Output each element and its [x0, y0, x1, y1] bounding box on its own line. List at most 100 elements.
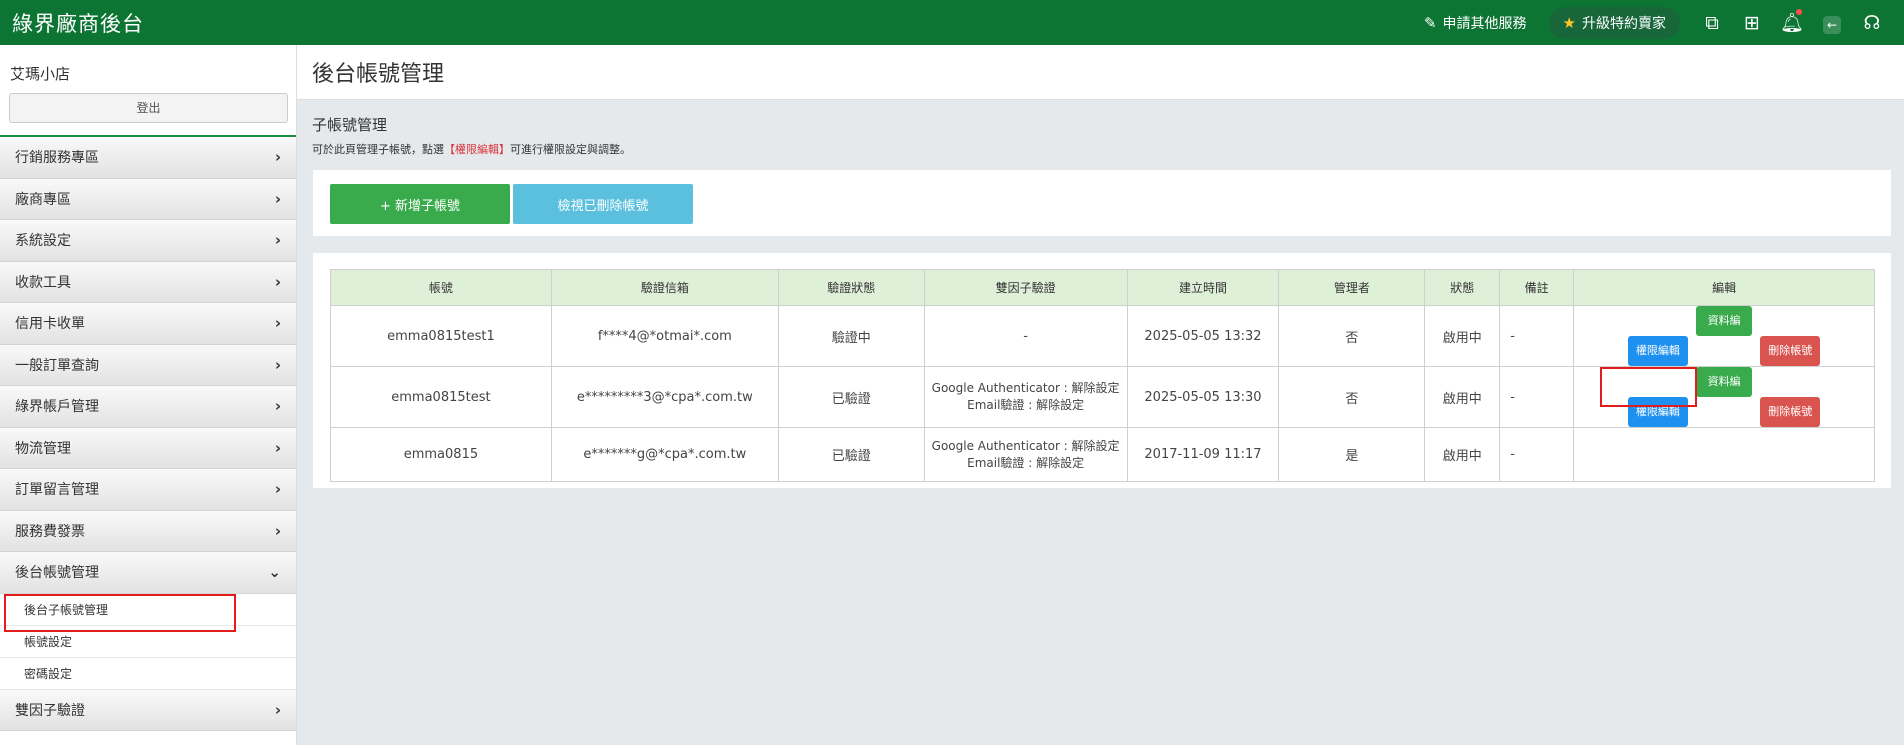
sidebar-item-service-invoice[interactable]: 服務費發票 ›: [0, 510, 296, 552]
sidebar: 艾瑪小店 登出 行銷服務專區 › 廠商專區 › 系統設定 › 收款工具 › 信用卡收單 ›…: [0, 45, 297, 745]
chevron-down-icon: ⌄: [268, 563, 281, 582]
col-header-admin: 管理者: [1278, 269, 1426, 306]
document-icon[interactable]: ⧉: [1692, 12, 1732, 34]
sidebar-subitem-label: 密碼設定: [24, 666, 73, 681]
chevron-right-icon: ›: [274, 521, 281, 540]
apply-service-button[interactable]: ✎ 申請其他服務: [1410, 7, 1541, 39]
cell-status: 啟用中: [1424, 305, 1501, 367]
sidebar-item-label: 後台帳號管理: [15, 565, 99, 582]
chevron-right-icon: ›: [274, 700, 281, 719]
table-header-row: 帳號 驗證信箱 驗證狀態 雙因子驗證 建立時間 管理者 狀態 備註 編輯: [330, 269, 1875, 306]
sidebar-item-label: 收款工具: [15, 274, 71, 291]
section-description: 可於此頁管理子帳號，點選【權限編輯】可進行權限設定與調整。: [297, 135, 1904, 157]
two-factor-google[interactable]: Google Authenticator : 解除設定: [925, 380, 1127, 397]
notification-dot: [1796, 9, 1802, 15]
cell-two-factor: -: [923, 305, 1128, 367]
table-row: emma0815 e*******g@*cpa*.com.tw 已驗證 Goog…: [330, 427, 1875, 482]
sidebar-item-label: 廠商專區: [15, 191, 71, 208]
cell-note: -: [1499, 427, 1575, 482]
cell-account: emma0815test1: [330, 305, 552, 367]
chevron-right-icon: ›: [274, 397, 281, 416]
chevron-right-icon: ›: [274, 480, 281, 499]
back-icon[interactable]: ←: [1812, 12, 1852, 34]
sidebar-item-vendor[interactable]: 廠商專區 ›: [0, 178, 296, 220]
upgrade-label: 升級特約賣家: [1582, 15, 1666, 32]
sidebar-item-backend-accounts[interactable]: 後台帳號管理 ⌄: [0, 552, 296, 594]
two-factor-email[interactable]: Email驗證 : 解除設定: [925, 397, 1127, 414]
sidebar-item-credit-card[interactable]: 信用卡收單 ›: [0, 303, 296, 345]
cell-verify-status: 已驗證: [777, 427, 925, 482]
upgrade-seller-button[interactable]: ★ 升級特約賣家: [1548, 6, 1680, 39]
sidebar-subitem-subaccounts[interactable]: 後台子帳號管理: [0, 593, 296, 626]
cell-note: -: [1499, 305, 1575, 367]
sidebar-item-label: 系統設定: [15, 233, 71, 250]
view-deleted-button[interactable]: 檢視已刪除帳號: [513, 184, 693, 224]
col-header-two-factor: 雙因子驗證: [923, 269, 1128, 306]
chevron-right-icon: ›: [274, 231, 281, 250]
data-edit-button[interactable]: 資料編輯: [1696, 306, 1753, 357]
sidebar-item-marketing[interactable]: 行銷服務專區 ›: [0, 137, 296, 179]
cell-edit: [1573, 427, 1875, 482]
col-header-note: 備註: [1499, 269, 1575, 306]
sidebar-item-logistics[interactable]: 物流管理 ›: [0, 427, 296, 469]
sidebar-subitem-label: 後台子帳號管理: [24, 602, 109, 617]
sidebar-item-label: 信用卡收單: [15, 316, 85, 333]
headset-icon[interactable]: ☊: [1852, 12, 1892, 34]
sidebar-item-label: 行銷服務專區: [15, 150, 99, 167]
cell-status: 啟用中: [1424, 366, 1501, 428]
table-row: emma0815test e*********3@*cpa*.com.tw 已驗…: [330, 366, 1875, 428]
cell-edit: 權限編輯 資料編輯 刪除帳號: [1573, 366, 1875, 428]
col-header-status: 狀態: [1424, 269, 1501, 306]
logout-button[interactable]: 登出: [9, 93, 288, 123]
sidebar-item-label: 物流管理: [15, 440, 71, 457]
sidebar-item-label: 雙因子驗證: [15, 702, 85, 719]
sidebar-item-account-mgmt[interactable]: 綠界帳戶管理 ›: [0, 386, 296, 428]
chevron-right-icon: ›: [274, 148, 281, 167]
col-header-edit: 編輯: [1573, 269, 1875, 306]
bell-icon[interactable]: 🔔︎: [1772, 9, 1812, 34]
col-header-verify-status: 驗證狀態: [777, 269, 925, 306]
sidebar-item-order-messages[interactable]: 訂單留言管理 ›: [0, 469, 296, 511]
page-title: 後台帳號管理: [297, 45, 1904, 100]
top-navbar: 綠界廠商後台 ✎ 申請其他服務 ★ 升級特約賣家 ⧉ ⊞ 🔔︎ ← ☊: [0, 0, 1904, 45]
table-row: emma0815test1 f****4@*otmai*.com 驗證中 - 2…: [330, 305, 1875, 367]
actions-panel: + 新增子帳號 檢視已刪除帳號: [313, 170, 1891, 236]
apply-service-label: 申請其他服務: [1442, 15, 1527, 32]
delete-account-button[interactable]: 刪除帳號: [1760, 336, 1821, 366]
brand-title[interactable]: 綠界廠商後台: [12, 8, 144, 38]
col-header-email: 驗證信箱: [550, 269, 779, 306]
desc-permission-link: 【權限編輯】: [444, 143, 510, 156]
cell-two-factor: Google Authenticator : 解除設定 Email驗證 : 解除…: [923, 366, 1128, 428]
account-icon[interactable]: ⊞: [1732, 12, 1772, 34]
cell-two-factor: Google Authenticator : 解除設定 Email驗證 : 解除…: [923, 427, 1128, 482]
edit-doc-icon: ✎: [1423, 13, 1437, 32]
sidebar-item-label: 一般訂單查詢: [15, 357, 99, 374]
chevron-right-icon: ›: [274, 314, 281, 333]
sidebar-item-order-query[interactable]: 一般訂單查詢 ›: [0, 344, 296, 386]
add-subaccount-button[interactable]: + 新增子帳號: [330, 184, 510, 224]
cell-verify-status: 已驗證: [777, 366, 925, 428]
desc-after: 可進行權限設定與調整。: [510, 143, 631, 156]
desc-before: 可於此頁管理子帳號，點選: [312, 143, 444, 156]
chevron-right-icon: ›: [274, 189, 281, 208]
sidebar-subitem-account-settings[interactable]: 帳號設定: [0, 625, 296, 658]
two-factor-google[interactable]: Google Authenticator : 解除設定: [925, 438, 1127, 455]
cell-admin: 是: [1278, 427, 1426, 482]
delete-account-button[interactable]: 刪除帳號: [1760, 397, 1821, 427]
subaccount-table: 帳號 驗證信箱 驗證狀態 雙因子驗證 建立時間 管理者 狀態 備註 編輯 emm…: [330, 269, 1875, 482]
data-edit-button[interactable]: 資料編輯: [1696, 367, 1753, 418]
permission-edit-button[interactable]: 權限編輯: [1627, 336, 1688, 366]
permission-edit-button[interactable]: 權限編輯: [1627, 397, 1688, 427]
star-icon: ★: [1562, 13, 1576, 32]
two-factor-email[interactable]: Email驗證 : 解除設定: [925, 455, 1127, 472]
chevron-right-icon: ›: [274, 272, 281, 291]
cell-created: 2017-11-09 11:17: [1126, 427, 1280, 482]
sidebar-subitem-password-settings[interactable]: 密碼設定: [0, 657, 296, 690]
sidebar-item-two-factor[interactable]: 雙因子驗證 ›: [0, 689, 296, 731]
cell-created: 2025-05-05 13:32: [1126, 305, 1280, 367]
sidebar-subitem-label: 帳號設定: [24, 634, 73, 649]
col-header-created: 建立時間: [1126, 269, 1280, 306]
sidebar-item-payment-tools[interactable]: 收款工具 ›: [0, 261, 296, 303]
sidebar-item-system-settings[interactable]: 系統設定 ›: [0, 220, 296, 262]
cell-status: 啟用中: [1424, 427, 1501, 482]
